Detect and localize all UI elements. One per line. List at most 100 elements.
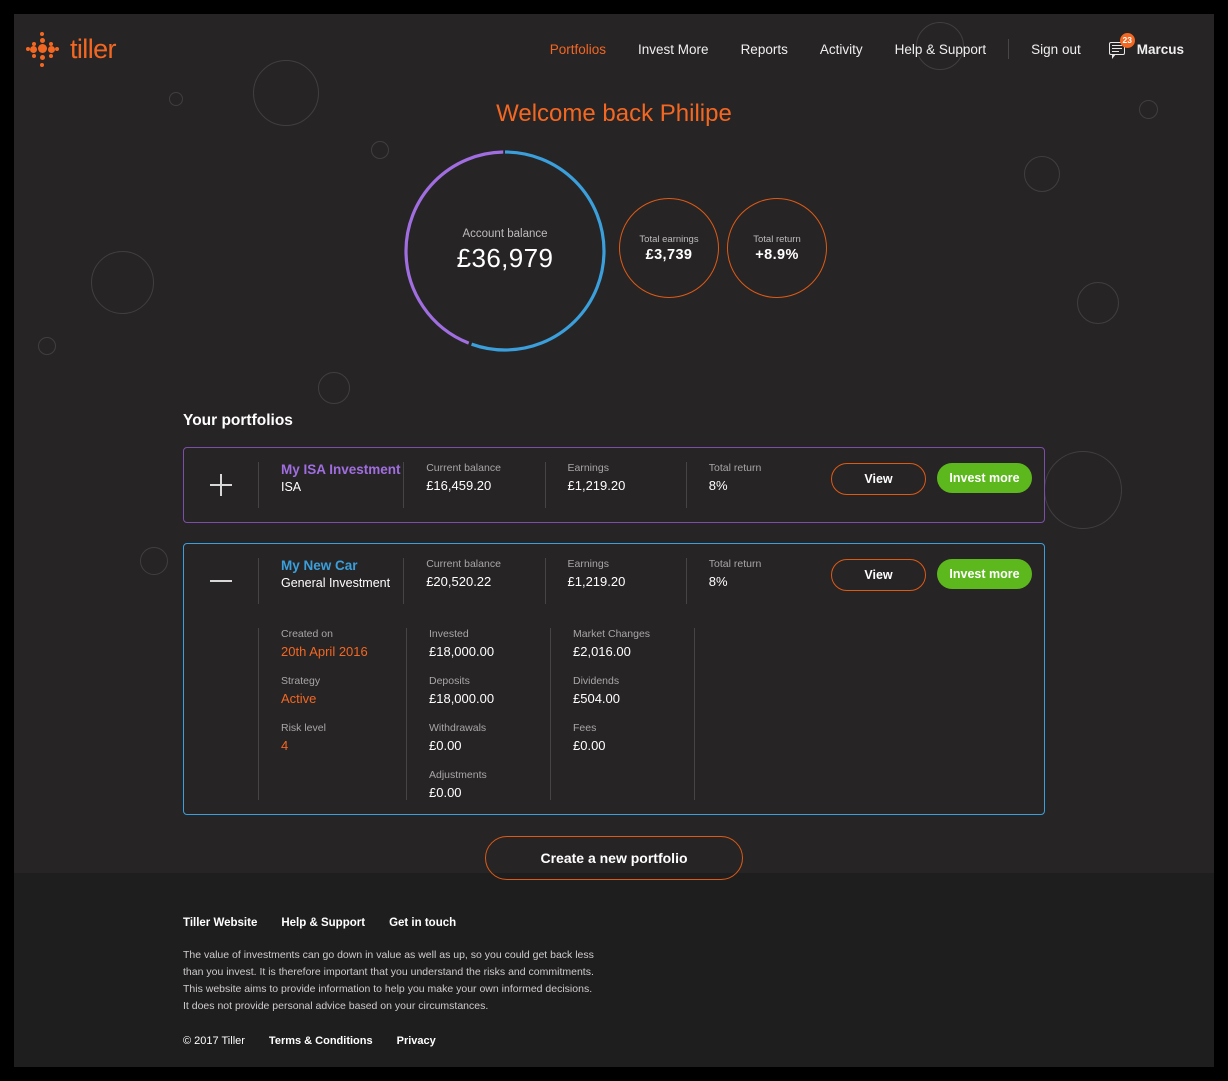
total-return-value: +8.9% — [755, 246, 799, 263]
portfolio-actions: View Invest more — [831, 462, 1044, 495]
messages-icon[interactable]: 23 — [1108, 33, 1135, 59]
view-button[interactable]: View — [831, 559, 926, 591]
withdrawals-label: Withdrawals — [429, 722, 487, 734]
total-return-ring: Total return +8.9% — [727, 198, 827, 298]
footer-disclaimer: The value of investments can go down in … — [183, 949, 594, 1012]
footer: Tiller Website Help & Support Get in tou… — [14, 873, 1214, 1067]
total-earnings-label: Total earnings — [639, 233, 699, 245]
current-balance-value: £16,459.20 — [426, 478, 492, 493]
create-portfolio-button[interactable]: Create a new portfolio — [485, 836, 743, 880]
footer-legal: © 2017 Tiller Terms & Conditions Privacy — [183, 1035, 1214, 1047]
withdrawals-value: £0.00 — [429, 738, 462, 753]
market-changes-value: £2,016.00 — [573, 644, 631, 659]
earnings-label: Earnings — [567, 558, 609, 570]
portfolio-name[interactable]: My New Car — [281, 558, 403, 573]
current-balance-field: Current balance £20,520.22 — [403, 558, 544, 604]
created-on-value: 20th April 2016 — [281, 644, 368, 659]
total-return-label: Total return — [708, 558, 762, 570]
portfolio-card[interactable]: My New Car General Investment Current ba… — [183, 543, 1045, 815]
nav-item-help-support[interactable]: Help & Support — [879, 42, 1003, 57]
total-return-label: Total return — [753, 233, 801, 245]
main-nav: Portfolios Invest More Reports Activity … — [534, 33, 1184, 59]
created-on-field: Created on 20th April 2016 — [281, 628, 406, 659]
details-column-two: Invested £18,000.00 Deposits £18,000.00 … — [406, 628, 550, 800]
portfolio-card[interactable]: My ISA Investment ISA Current balance £1… — [183, 447, 1045, 523]
adjustments-value: £0.00 — [429, 785, 462, 800]
minus-icon — [210, 580, 232, 582]
plus-icon — [210, 474, 232, 496]
nav-item-invest-more[interactable]: Invest More — [622, 42, 725, 57]
expand-toggle[interactable] — [184, 462, 258, 508]
risk-level-field: Risk level 4 — [281, 722, 406, 753]
total-return-field: Total return 8% — [685, 558, 831, 604]
user-menu[interactable]: 23 Marcus — [1097, 33, 1184, 59]
account-balance-donut-chart: Account balance £36,979 — [404, 150, 606, 352]
dividends-field: Dividends £504.00 — [573, 675, 694, 706]
invested-label: Invested — [429, 628, 469, 640]
invested-field: Invested £18,000.00 — [429, 628, 550, 659]
footer-link-tiller-website[interactable]: Tiller Website — [183, 917, 257, 929]
invested-value: £18,000.00 — [429, 644, 495, 659]
footer-links: Tiller Website Help & Support Get in tou… — [183, 917, 1214, 929]
invest-more-button[interactable]: Invest more — [937, 559, 1032, 589]
portfolio-identity: My New Car General Investment — [258, 558, 403, 604]
decor-circle — [1044, 451, 1122, 529]
portfolio-list: My ISA Investment ISA Current balance £1… — [183, 447, 1045, 815]
portfolio-details: Created on 20th April 2016 Strategy Acti… — [184, 628, 1044, 800]
logo-text: tiller — [70, 33, 117, 64]
deposits-field: Deposits £18,000.00 — [429, 675, 550, 706]
account-balance-value: £36,979 — [456, 243, 554, 273]
portfolio-type: General Investment — [281, 576, 391, 590]
total-return-value: 8% — [708, 478, 728, 493]
logo[interactable]: tiller — [25, 32, 117, 67]
portfolio-actions: View Invest more — [831, 558, 1044, 591]
invest-more-button[interactable]: Invest more — [937, 463, 1032, 493]
nav-item-activity[interactable]: Activity — [804, 42, 879, 57]
app-root: tiller Portfolios Invest More Reports Ac… — [14, 14, 1214, 1067]
portfolio-name[interactable]: My ISA Investment — [281, 462, 403, 477]
account-balance-label: Account balance — [462, 228, 548, 240]
footer-link-get-in-touch[interactable]: Get in touch — [389, 917, 456, 929]
fees-label: Fees — [573, 722, 597, 734]
dividends-value: £504.00 — [573, 691, 620, 706]
adjustments-label: Adjustments — [429, 769, 487, 781]
portfolio-type: ISA — [281, 480, 302, 494]
details-column-three: Market Changes £2,016.00 Dividends £504.… — [550, 628, 694, 800]
create-portfolio-area: Create a new portfolio — [14, 836, 1214, 880]
portfolio-identity: My ISA Investment ISA — [258, 462, 403, 508]
nav-divider — [1008, 39, 1010, 59]
portfolios-heading: Your portfolios — [183, 412, 293, 429]
current-balance-field: Current balance £16,459.20 — [403, 462, 544, 508]
footer-link-help-support[interactable]: Help & Support — [281, 917, 365, 929]
earnings-field: Earnings £1,219.20 — [544, 558, 686, 604]
nav-item-portfolios[interactable]: Portfolios — [534, 42, 622, 57]
header: tiller Portfolios Invest More Reports Ac… — [14, 14, 1214, 84]
total-earnings-ring: Total earnings £3,739 — [619, 198, 719, 298]
risk-level-label: Risk level — [281, 722, 326, 734]
market-changes-field: Market Changes £2,016.00 — [573, 628, 694, 659]
current-balance-label: Current balance — [426, 558, 501, 570]
strategy-label: Strategy — [281, 675, 321, 687]
collapse-toggle[interactable] — [184, 558, 258, 604]
footer-link-privacy[interactable]: Privacy — [397, 1035, 436, 1047]
details-column-one: Created on 20th April 2016 Strategy Acti… — [258, 628, 406, 800]
summary-rings: Account balance £36,979 Total earnings £… — [14, 150, 1214, 390]
nav-item-reports[interactable]: Reports — [725, 42, 804, 57]
strategy-field: Strategy Active — [281, 675, 406, 706]
deposits-label: Deposits — [429, 675, 470, 687]
deposits-value: £18,000.00 — [429, 691, 495, 706]
welcome-heading: Welcome back Philipe — [496, 100, 732, 127]
earnings-value: £1,219.20 — [567, 478, 626, 493]
hero-section: Welcome back Philipe Account balance £36… — [14, 100, 1214, 390]
earnings-label: Earnings — [567, 462, 609, 474]
footer-link-terms[interactable]: Terms & Conditions — [269, 1035, 373, 1047]
earnings-value: £1,219.20 — [567, 574, 626, 589]
view-button[interactable]: View — [831, 463, 926, 495]
strategy-value: Active — [281, 691, 317, 706]
current-balance-value: £20,520.22 — [426, 574, 492, 589]
sign-out-link[interactable]: Sign out — [1015, 42, 1097, 57]
earnings-field: Earnings £1,219.20 — [544, 462, 686, 508]
fees-value: £0.00 — [573, 738, 606, 753]
market-changes-label: Market Changes — [573, 628, 651, 640]
current-balance-label: Current balance — [426, 462, 501, 474]
